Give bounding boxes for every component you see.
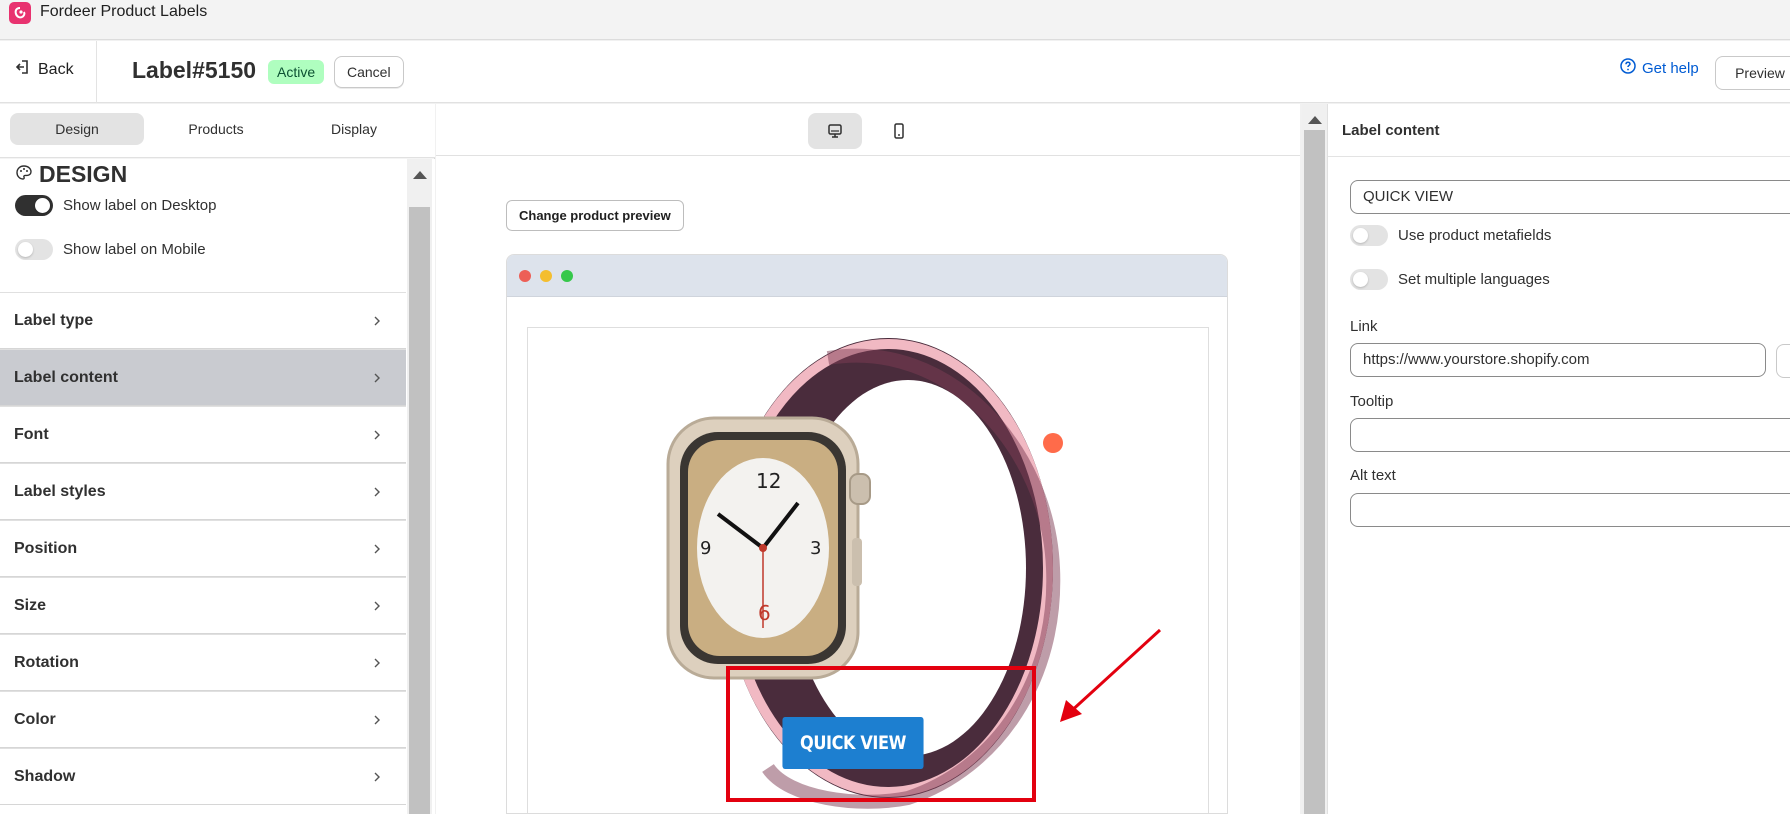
change-product-preview-button[interactable]: Change product preview — [506, 200, 684, 231]
section-label: Label styles — [14, 482, 106, 500]
annotation-arrow-icon — [1060, 628, 1162, 722]
svg-text:9: 9 — [700, 538, 711, 559]
desktop-icon — [828, 124, 842, 138]
chevron-right-icon — [374, 316, 380, 325]
toggle-row-mobile: Show label on Mobile — [15, 239, 206, 260]
section-label: Label type — [14, 311, 94, 329]
design-heading: DESIGN — [15, 161, 127, 188]
design-heading-text: DESIGN — [39, 161, 128, 187]
alt-text-label: Alt text — [1350, 467, 1396, 484]
device-toggle-bar — [436, 104, 1300, 156]
preview-canvas: Change product preview 12 3 6 9 QUICK VI… — [436, 104, 1327, 814]
section-position[interactable]: Position — [0, 520, 406, 577]
design-settings: DESIGN Show label on Desktop Show label … — [0, 159, 435, 814]
back-icon — [15, 59, 30, 80]
link-input[interactable]: https://www.yourstore.shopify.com — [1350, 343, 1766, 377]
maximize-dot-icon — [561, 270, 573, 282]
chevron-right-icon — [374, 772, 380, 781]
left-panel: Design Products Display DESIGN Show labe… — [0, 104, 435, 814]
canvas-scrollbar[interactable] — [1302, 104, 1327, 814]
metafields-toggle[interactable] — [1350, 225, 1388, 246]
preview-button[interactable]: Preview — [1715, 56, 1790, 90]
svg-text:12: 12 — [756, 469, 781, 493]
scroll-up-icon[interactable] — [413, 171, 427, 179]
tab-products[interactable]: Products — [149, 113, 283, 145]
app-title: Fordeer Product Labels — [40, 3, 208, 20]
tab-display[interactable]: Display — [287, 113, 421, 145]
section-label: Font — [14, 425, 49, 443]
label-content-panel: Label content QUICK VIEW Use product met… — [1327, 104, 1790, 814]
svg-text:3: 3 — [810, 538, 821, 559]
metafields-toggle-row: Use product metafields — [1350, 225, 1551, 246]
section-label: Label content — [14, 368, 119, 386]
section-shadow[interactable]: Shadow — [0, 748, 406, 805]
section-list: Label type Label content Font Label styl… — [0, 292, 406, 805]
page-header: Back Label#5150 Active Cancel Get help P… — [0, 41, 1790, 103]
section-label: Shadow — [14, 767, 76, 785]
section-label: Size — [14, 596, 47, 614]
section-label: Color — [14, 710, 56, 728]
metafields-label: Use product metafields — [1398, 227, 1552, 244]
panel-title: Label content — [1342, 122, 1440, 139]
show-desktop-toggle[interactable] — [15, 195, 53, 216]
left-scroll-thumb[interactable] — [409, 207, 430, 814]
link-options-button[interactable] — [1776, 344, 1790, 378]
get-help-link[interactable]: Get help — [1620, 58, 1699, 78]
app-logo-icon — [9, 2, 31, 24]
show-mobile-toggle[interactable] — [15, 239, 53, 260]
section-label-type[interactable]: Label type — [0, 292, 406, 349]
mobile-icon — [894, 123, 904, 139]
help-icon — [1620, 58, 1636, 78]
chevron-right-icon — [374, 373, 380, 382]
chevron-right-icon — [374, 544, 380, 553]
canvas-scroll-up-icon[interactable] — [1308, 116, 1322, 124]
back-button[interactable]: Back — [15, 59, 74, 80]
show-desktop-label: Show label on Desktop — [63, 197, 217, 214]
section-label-content[interactable]: Label content — [0, 349, 406, 406]
tab-bar: Design Products Display — [0, 104, 435, 158]
multi-lang-label: Set multiple languages — [1398, 271, 1550, 288]
show-mobile-label: Show label on Mobile — [63, 241, 206, 258]
chevron-right-icon — [374, 658, 380, 667]
status-badge: Active — [268, 60, 325, 84]
browser-title-bar — [507, 255, 1227, 297]
app-bar: Fordeer Product Labels — [0, 0, 1790, 40]
section-rotation[interactable]: Rotation — [0, 634, 406, 691]
chevron-right-icon — [374, 601, 380, 610]
palette-icon — [15, 161, 33, 188]
header-divider — [96, 41, 97, 103]
chevron-right-icon — [374, 430, 380, 439]
mobile-view-button[interactable] — [872, 113, 926, 149]
alt-text-input[interactable] — [1350, 493, 1790, 527]
section-label: Rotation — [14, 653, 79, 671]
back-label: Back — [38, 60, 74, 78]
tooltip-label: Tooltip — [1350, 393, 1394, 410]
canvas-scroll-thumb[interactable] — [1304, 130, 1325, 814]
multi-lang-toggle[interactable] — [1350, 269, 1388, 290]
minimize-dot-icon — [540, 270, 552, 282]
chevron-right-icon — [374, 487, 380, 496]
svg-text:6: 6 — [758, 601, 771, 625]
link-label: Link — [1350, 318, 1378, 335]
section-font[interactable]: Font — [0, 406, 406, 463]
tooltip-input[interactable] — [1350, 418, 1790, 452]
section-label: Position — [14, 539, 78, 557]
panel-divider — [1328, 156, 1790, 157]
get-help-label: Get help — [1642, 59, 1699, 77]
section-size[interactable]: Size — [0, 577, 406, 634]
chevron-right-icon — [374, 715, 380, 724]
toggle-row-desktop: Show label on Desktop — [15, 195, 216, 216]
label-text-input[interactable]: QUICK VIEW — [1350, 180, 1790, 214]
multi-lang-toggle-row: Set multiple languages — [1350, 269, 1550, 290]
section-color[interactable]: Color — [0, 691, 406, 748]
left-scrollbar[interactable] — [407, 159, 432, 814]
highlight-annotation-box — [726, 666, 1036, 802]
page-title: Label#5150 — [132, 57, 257, 83]
desktop-view-button[interactable] — [808, 113, 862, 149]
close-dot-icon — [519, 270, 531, 282]
tab-design[interactable]: Design — [10, 113, 144, 145]
cancel-button[interactable]: Cancel — [334, 56, 404, 88]
section-label-styles[interactable]: Label styles — [0, 463, 406, 520]
